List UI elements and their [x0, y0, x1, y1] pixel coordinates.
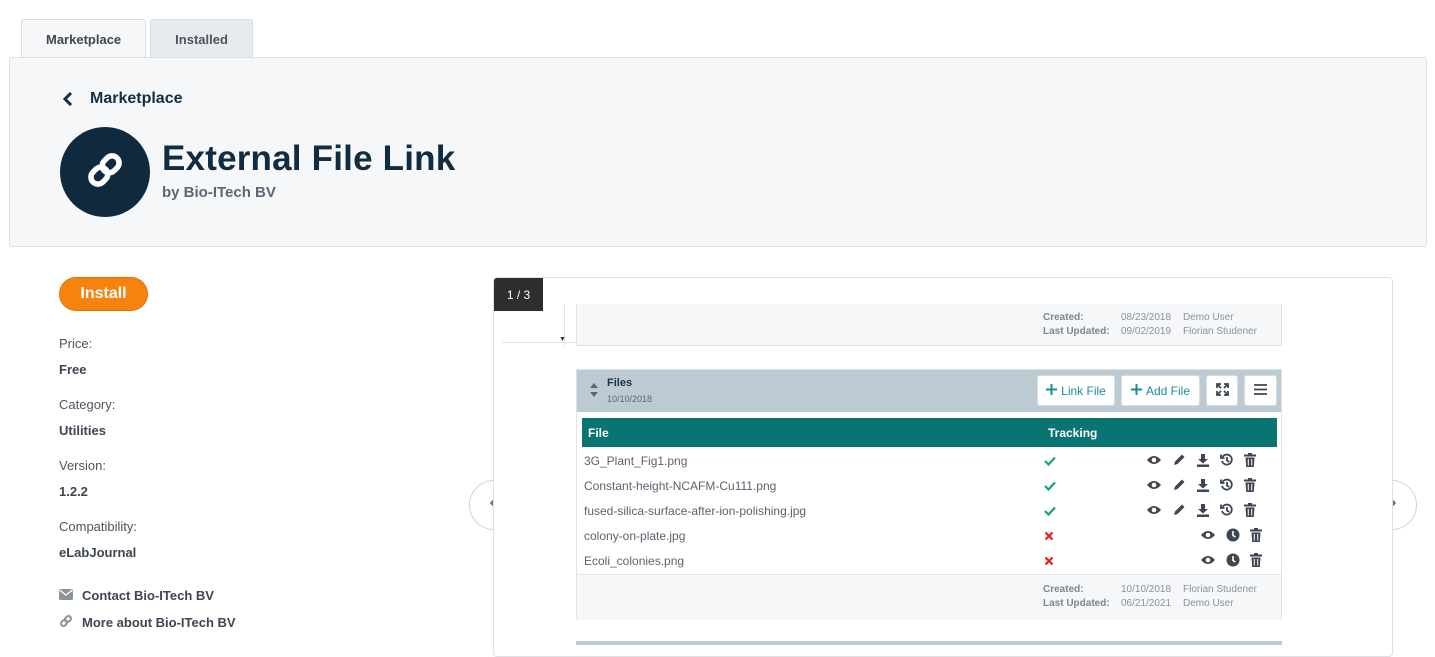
top-meta-labels: Created: Last Updated:: [1043, 312, 1110, 337]
next-section-edge: [576, 641, 1282, 645]
trash-icon[interactable]: [1244, 478, 1256, 497]
files-section-footer: Created: Last Updated: 10/10/2018 06/21/20…: [577, 574, 1281, 620]
previous-section-footer: Created: Last Updated: 08/23/2018 09/02/20…: [576, 304, 1282, 346]
menu-button[interactable]: [1244, 375, 1277, 406]
slide-counter: 1 / 3: [494, 278, 543, 311]
pencil-icon[interactable]: [1172, 453, 1186, 472]
trash-icon[interactable]: [1244, 503, 1256, 522]
pencil-icon[interactable]: [1172, 478, 1186, 497]
table-row: 3G_Plant_Fig1.png: [582, 449, 1277, 474]
top-meta-dates: 08/23/2018 09/02/2019: [1121, 312, 1172, 337]
history-icon[interactable]: [1220, 478, 1234, 497]
expand-icon: [1215, 382, 1229, 399]
eye-icon[interactable]: [1200, 528, 1216, 547]
link-file-button[interactable]: Link File: [1037, 375, 1115, 406]
cross-icon: [1044, 553, 1054, 571]
app-vendor: by Bio-ITech BV: [162, 184, 276, 201]
install-button[interactable]: Install: [59, 277, 148, 311]
screenshot-gallery: ▼ Created: Last Updated: 08/23/2018 09/02/…: [493, 277, 1393, 657]
files-meta-labels: Created: Last Updated:: [1043, 584, 1110, 609]
files-section-header: Files 10/10/2018 Link File Add File: [577, 370, 1281, 412]
eye-icon[interactable]: [1146, 453, 1162, 472]
trash-icon[interactable]: [1244, 453, 1256, 472]
compatibility-label: Compatibility:: [59, 519, 138, 534]
download-icon[interactable]: [1196, 453, 1210, 472]
eye-icon[interactable]: [1146, 478, 1162, 497]
check-icon: [1044, 453, 1056, 471]
files-title: Files: [607, 377, 633, 389]
sort-icon[interactable]: [589, 382, 599, 403]
files-section: Files 10/10/2018 Link File Add File File…: [576, 369, 1282, 620]
check-icon: [1044, 478, 1056, 496]
price-label: Price:: [59, 336, 93, 351]
link-file-label: Link File: [1061, 383, 1106, 398]
file-name[interactable]: 3G_Plant_Fig1.png: [584, 454, 687, 468]
back-link-label: Marketplace: [90, 90, 183, 107]
clock-icon[interactable]: [1226, 528, 1240, 547]
version-value: 1.2.2: [59, 484, 88, 499]
row-actions: [1200, 553, 1262, 572]
back-to-marketplace-link[interactable]: Marketplace: [60, 90, 183, 108]
download-icon[interactable]: [1196, 503, 1210, 522]
files-table-header: File Tracking: [582, 418, 1277, 447]
table-row: colony-on-plate.jpg: [582, 524, 1277, 549]
chevron-left-icon: [60, 91, 76, 107]
check-icon: [1044, 503, 1056, 521]
link-icon: [59, 614, 73, 631]
file-name[interactable]: Constant-height-NCAFM-Cu111.png: [584, 479, 776, 493]
row-actions: [1146, 453, 1256, 472]
divider: [502, 342, 576, 343]
add-file-button[interactable]: Add File: [1121, 375, 1200, 406]
row-actions: [1200, 528, 1262, 547]
table-row: Ecoli_colonies.png: [582, 549, 1277, 574]
top-meta-users: Demo User Florian Studener: [1183, 312, 1257, 337]
contact-vendor-label: Contact Bio-ITech BV: [82, 588, 214, 603]
contact-vendor-link[interactable]: Contact Bio-ITech BV: [59, 588, 214, 603]
files-meta-users: Florian Studener Demo User: [1183, 584, 1257, 609]
link-icon: [82, 147, 128, 198]
file-name[interactable]: Ecoli_colonies.png: [584, 554, 684, 568]
file-name[interactable]: colony-on-plate.jpg: [584, 529, 685, 543]
tab-marketplace[interactable]: Marketplace: [21, 19, 147, 59]
cross-icon: [1044, 528, 1054, 546]
download-icon[interactable]: [1196, 478, 1210, 497]
files-meta-dates: 10/10/2018 06/21/2021: [1121, 584, 1172, 609]
column-header-tracking: Tracking: [1048, 426, 1098, 440]
column-header-file: File: [588, 426, 609, 440]
envelope-icon: [59, 588, 73, 603]
plus-icon: [1130, 383, 1142, 398]
history-icon[interactable]: [1220, 453, 1234, 472]
history-icon[interactable]: [1220, 503, 1234, 522]
row-actions: [1146, 478, 1256, 497]
files-date: 10/10/2018: [607, 394, 653, 404]
app-header-panel: Marketplace External File Link by Bio-IT…: [9, 57, 1427, 247]
trash-icon[interactable]: [1250, 528, 1262, 547]
more-about-vendor-link[interactable]: More about Bio-ITech BV: [59, 614, 236, 631]
file-name[interactable]: fused-silica-surface-after-ion-polishing…: [584, 504, 806, 518]
plus-icon: [1046, 383, 1058, 398]
add-file-label: Add File: [1145, 383, 1191, 398]
category-value: Utilities: [59, 423, 106, 438]
table-row: fused-silica-surface-after-ion-polishing…: [582, 499, 1277, 524]
gallery-slide: ▼ Created: Last Updated: 08/23/2018 09/02/…: [494, 278, 1392, 656]
category-label: Category:: [59, 397, 116, 412]
tab-bar: Marketplace Installed: [21, 19, 253, 59]
eye-icon[interactable]: [1146, 503, 1162, 522]
app-title: External File Link: [162, 139, 456, 178]
tab-installed[interactable]: Installed: [150, 19, 253, 58]
compatibility-value: eLabJournal: [59, 545, 137, 560]
eye-icon[interactable]: [1200, 553, 1216, 572]
trash-icon[interactable]: [1250, 553, 1262, 572]
expand-button[interactable]: [1206, 375, 1238, 406]
table-row: Constant-height-NCAFM-Cu111.png: [582, 474, 1277, 499]
app-logo: [60, 127, 150, 217]
row-actions: [1146, 503, 1256, 522]
hamburger-menu-icon: [1254, 383, 1267, 398]
clock-icon[interactable]: [1226, 553, 1240, 572]
more-about-vendor-label: More about Bio-ITech BV: [82, 615, 236, 630]
pencil-icon[interactable]: [1172, 503, 1186, 522]
price-value: Free: [59, 362, 87, 377]
version-label: Version:: [59, 458, 106, 473]
